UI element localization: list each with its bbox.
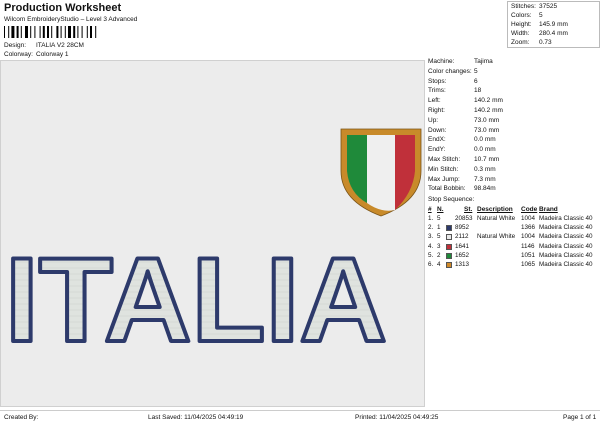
col-header-brand: Brand bbox=[539, 206, 558, 213]
stop-row: 1. 5 20853 Natural White 1004 Madeira Classic… bbox=[426, 215, 598, 224]
thread-code: 1146 bbox=[521, 242, 535, 250]
barcode bbox=[4, 26, 97, 38]
info-machine: Machine: Tajima bbox=[428, 58, 493, 65]
stitch-count: 2112 bbox=[455, 233, 469, 241]
thread-brand: Madeira Classic 40 bbox=[539, 242, 593, 250]
info-max-jump: Max Jump: 7.3 mm bbox=[428, 175, 496, 183]
thread-color-swatch bbox=[446, 234, 452, 241]
stop-row: 2. 1 8952 1366 Madeira Classic 40 bbox=[426, 224, 598, 233]
thread-code: 1004 bbox=[521, 215, 536, 222]
info-trims: Trims: 18 bbox=[428, 87, 482, 95]
design-preview: ITALIA bbox=[3, 128, 422, 369]
col-header-code: Code bbox=[521, 206, 538, 213]
software-subtitle: Wilcom EmbroideryStudio – Level 3 Advanc… bbox=[4, 16, 138, 23]
colorway-name: Colorway 1 bbox=[36, 51, 69, 58]
thread-color-swatch bbox=[446, 262, 452, 268]
stop-row: 6. 4 1313 1065 Madeira Classic 40 bbox=[426, 261, 598, 270]
info-endx: EndX: 0.0 mm bbox=[428, 136, 496, 144]
info-max-stitch: Max Stitch: 10.7 mm bbox=[428, 156, 500, 163]
stop-number: 3. bbox=[428, 233, 434, 241]
design-preview-canvas[interactable]: ITALIA bbox=[0, 60, 425, 407]
italia-lettering: ITALIA bbox=[5, 233, 387, 367]
thread-color-swatch bbox=[446, 225, 452, 232]
stat-height: Height: 145.9 mm bbox=[511, 21, 568, 28]
thread-code: 1051 bbox=[521, 251, 536, 259]
stop-number: 6. bbox=[428, 261, 434, 268]
stat-stitches: Stitches: 37525 bbox=[511, 3, 558, 10]
stop-number: 4. bbox=[428, 242, 434, 250]
needle-number: 3 bbox=[437, 242, 441, 250]
thread-color-swatch bbox=[446, 243, 452, 250]
page-title: Production Worksheet bbox=[4, 2, 122, 14]
thread-code: 1065 bbox=[521, 261, 536, 268]
col-header-st: St. bbox=[464, 206, 473, 213]
thread-brand: Madeira Classic 40 bbox=[539, 251, 593, 259]
thread-brand: Madeira Classic 40 bbox=[539, 224, 593, 232]
thread-brand: Madeira Classic 40 bbox=[539, 261, 593, 268]
stop-row: 3. 5 2112 Natural White 1004 Madeira Classic … bbox=[426, 233, 598, 242]
thread-color-swatch bbox=[446, 252, 452, 259]
needle-number: 4 bbox=[437, 261, 441, 268]
needle-number: 5 bbox=[437, 215, 441, 222]
info-stops: Stops: 6 bbox=[428, 77, 478, 85]
stitch-count: 8952 bbox=[455, 224, 470, 232]
needle-number: 5 bbox=[437, 233, 441, 241]
machine-info-panel: Machine: Tajima Color changes: 5 Stops: 6 T… bbox=[426, 58, 598, 268]
stop-number: 5. bbox=[428, 251, 434, 259]
col-header-num: # bbox=[428, 206, 432, 213]
info-endy: EndY: 0.0 mm bbox=[428, 146, 496, 154]
thread-brand: Madeira Classic 40 bbox=[539, 215, 593, 222]
printed-date: Printed: 11/04/2025 04:49:25 bbox=[355, 414, 439, 421]
stop-number: 1. bbox=[428, 215, 434, 222]
needle-number: 1 bbox=[437, 224, 441, 232]
stitch-count: 20853 bbox=[455, 215, 473, 222]
thread-brand: Madeira Classic 40 bbox=[539, 233, 593, 241]
last-saved: Last Saved: 11/04/2025 04:49:19 bbox=[148, 414, 244, 421]
thread-description: Natural White bbox=[477, 215, 516, 222]
stat-colors: Colors: 5 bbox=[511, 12, 543, 19]
stat-zoom: Zoom: 0.73 bbox=[511, 39, 552, 46]
info-left: Left: 140.2 mm bbox=[428, 97, 503, 105]
italian-flag-shield bbox=[340, 128, 422, 217]
design-label: Design: bbox=[4, 42, 27, 49]
stop-number: 2. bbox=[428, 224, 434, 232]
col-header-n: N. bbox=[437, 206, 444, 213]
stop-row: 4. 3 1641 1146 Madeira Classic 40 bbox=[426, 243, 598, 252]
info-min-stitch: Min Stitch: 0.3 mm bbox=[428, 165, 496, 173]
created-by: Created By: bbox=[4, 414, 39, 421]
col-header-description: Description bbox=[477, 206, 513, 213]
footer-bar: Created By: Last Saved: 11/04/2025 04:49… bbox=[0, 410, 600, 425]
stitch-count: 1652 bbox=[455, 251, 470, 259]
info-right: Right: 140.2 mm bbox=[428, 107, 503, 114]
colorway-label: Colorway: bbox=[4, 51, 33, 58]
page-number: Page 1 of 1 bbox=[563, 414, 597, 421]
thread-code: 1004 bbox=[521, 233, 536, 241]
stop-sequence-header: Stop Sequence: bbox=[428, 196, 475, 203]
stop-row: 5. 2 1652 1051 Madeira Classic 40 bbox=[426, 252, 598, 261]
info-total-bobbin: Total Bobbin: 98.84m bbox=[428, 185, 496, 193]
info-up: Up: 73.0 mm bbox=[428, 116, 500, 124]
thread-code: 1366 bbox=[521, 224, 536, 232]
info-down: Down: 73.0 mm bbox=[428, 126, 500, 134]
summary-stats-box: Stitches: 37525 Colors: 5 Height: 145.9 mm … bbox=[507, 1, 600, 48]
needle-number: 2 bbox=[437, 251, 441, 259]
stat-width: Width: 280.4 mm bbox=[511, 30, 568, 37]
info-color-changes: Color changes: 5 bbox=[428, 67, 478, 75]
design-name: ITALIA V2 28CM bbox=[36, 42, 84, 49]
thread-description: Natural White bbox=[477, 233, 516, 241]
stitch-count: 1313 bbox=[455, 261, 470, 268]
stitch-count: 1641 bbox=[455, 242, 470, 250]
